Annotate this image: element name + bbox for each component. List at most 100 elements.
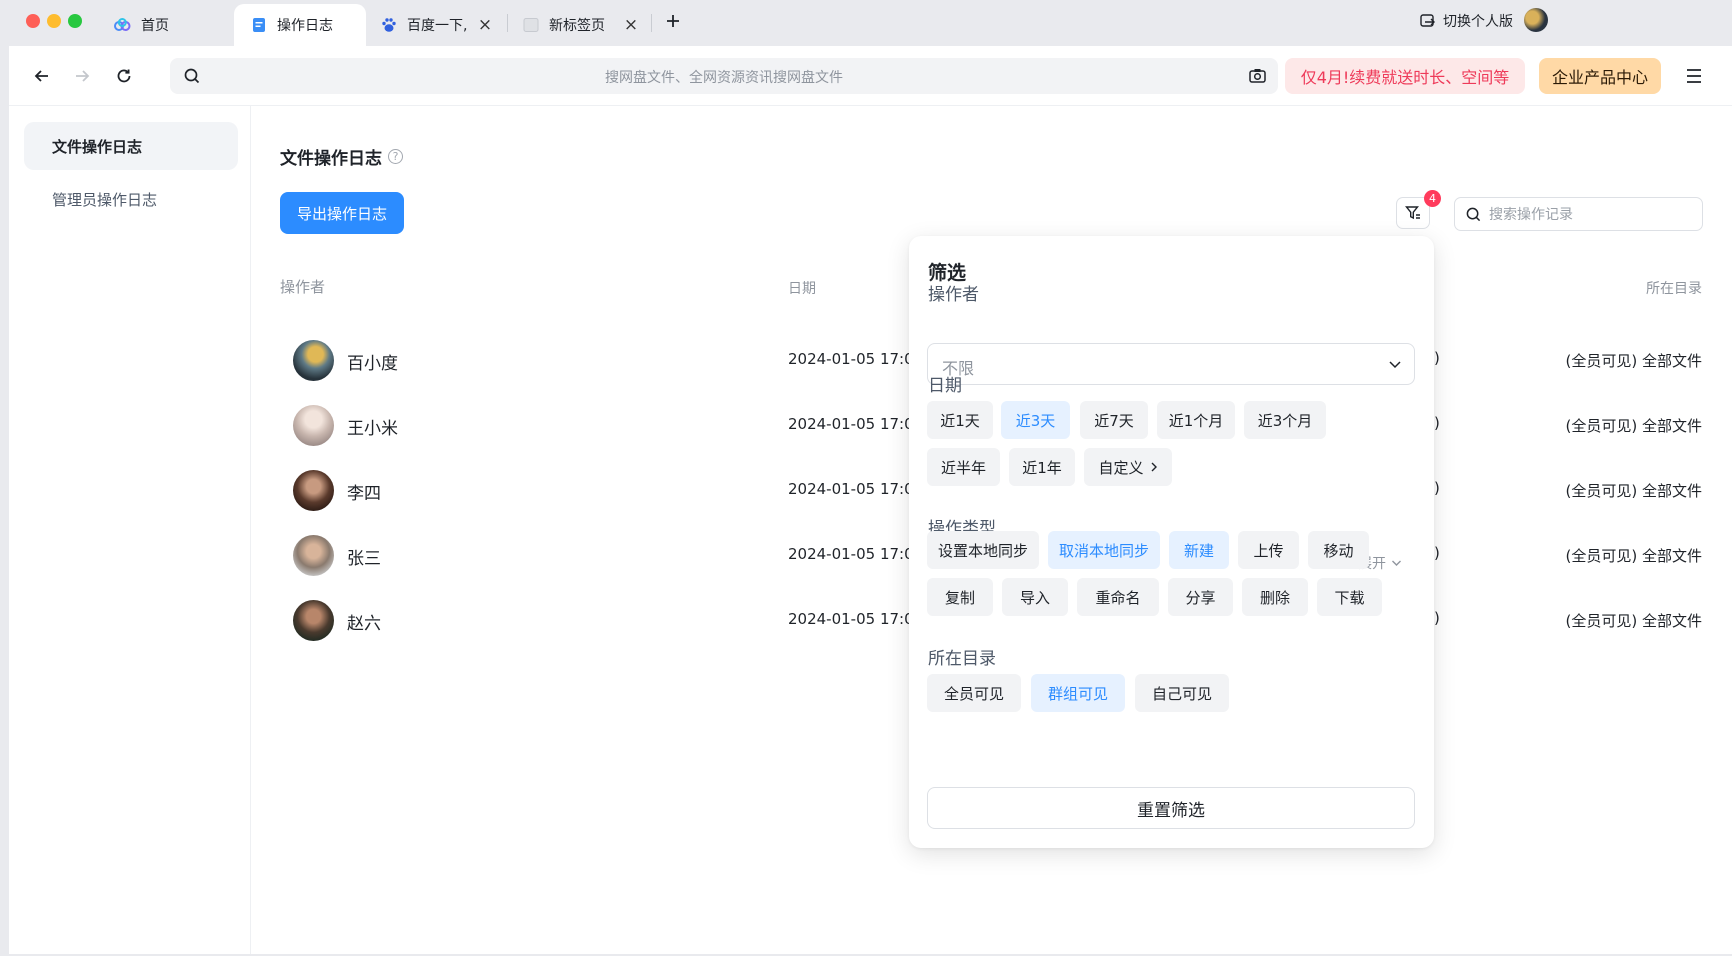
tab-divider xyxy=(507,14,508,32)
type-option-move[interactable]: 移动 xyxy=(1308,531,1369,569)
date-option-6m[interactable]: 近半年 xyxy=(927,448,1000,486)
back-button[interactable] xyxy=(29,63,55,89)
tab-home[interactable]: 首页 xyxy=(104,4,224,46)
date-option-7d[interactable]: 近7天 xyxy=(1080,401,1148,439)
dir-option-all[interactable]: 全员可见 xyxy=(927,674,1021,712)
chevron-right-icon xyxy=(1150,461,1158,473)
operator-name: 王小米 xyxy=(347,419,398,439)
address-placeholder: 搜网盘文件、全网资源资讯搜网盘文件 xyxy=(605,70,843,86)
operator-name: 李四 xyxy=(347,484,381,504)
tab-label: 首页 xyxy=(141,18,169,34)
directory-cell: (全员可见) 全部文件 xyxy=(1565,547,1702,565)
search-box xyxy=(1454,197,1703,231)
operator-name: 百小度 xyxy=(347,354,398,374)
blank-page-icon xyxy=(522,17,539,34)
browser-tab-bar: 首页 操作日志 百度一下, × 新标签页 × 切换个人版 xyxy=(0,0,1732,46)
tab-divider xyxy=(651,14,652,32)
filter-count-badge: 4 xyxy=(1424,190,1441,207)
directory-cell: (全员可见) 全部文件 xyxy=(1565,612,1702,630)
type-option-share[interactable]: 分享 xyxy=(1168,578,1233,616)
doc-icon xyxy=(250,17,267,34)
chevron-down-icon xyxy=(1391,559,1402,567)
log-date: 2024-01-05 17:06 xyxy=(788,545,924,563)
date-option-custom-label: 自定义 xyxy=(1098,458,1144,477)
tab-operation-log[interactable]: 操作日志 xyxy=(234,4,366,46)
log-date: 2024-01-05 17:06 xyxy=(788,350,924,368)
close-icon[interactable]: × xyxy=(622,15,640,35)
type-option-rename[interactable]: 重命名 xyxy=(1077,578,1159,616)
column-header-directory: 所在目录 xyxy=(1646,281,1702,297)
type-option-copy[interactable]: 复制 xyxy=(927,578,993,616)
reload-button[interactable] xyxy=(111,63,137,89)
date-section-label: 日期 xyxy=(928,376,962,396)
type-option-upload[interactable]: 上传 xyxy=(1238,531,1299,569)
directory-cell: (全员可见) 全部文件 xyxy=(1565,482,1702,500)
export-log-button[interactable]: 导出操作日志 xyxy=(280,192,404,234)
log-date: 2024-01-05 17:06 xyxy=(788,480,924,498)
page-title: 文件操作日志 ? xyxy=(280,144,403,169)
minimize-window-button[interactable] xyxy=(47,14,61,28)
type-option-cancel-sync[interactable]: 取消本地同步 xyxy=(1048,531,1160,569)
log-date: 2024-01-05 17:06 xyxy=(788,610,924,628)
date-option-1d[interactable]: 近1天 xyxy=(927,401,993,439)
sidebar: 文件操作日志 管理员操作日志 xyxy=(9,106,251,954)
user-avatar[interactable] xyxy=(1524,8,1548,32)
filter-panel: 筛选 操作者 不限 日期 近1天 近3天 近7天 近1个月 近3个月 近半年 近… xyxy=(909,236,1434,848)
close-window-button[interactable] xyxy=(26,14,40,28)
sidebar-item-label: 管理员操作日志 xyxy=(52,190,158,209)
promo-banner[interactable]: 仅4月!续费就送时长、空间等 xyxy=(1285,58,1525,94)
help-icon[interactable]: ? xyxy=(388,149,403,164)
type-option-delete[interactable]: 删除 xyxy=(1242,578,1308,616)
page-title-text: 文件操作日志 xyxy=(280,149,382,169)
camera-icon[interactable] xyxy=(1249,68,1266,83)
menu-button[interactable] xyxy=(1681,64,1707,88)
type-option-set-sync[interactable]: 设置本地同步 xyxy=(927,531,1039,569)
operation-tail: ) xyxy=(1434,479,1440,497)
reset-filter-button[interactable]: 重置筛选 xyxy=(927,787,1415,829)
tab-label: 操作日志 xyxy=(277,18,333,34)
avatar xyxy=(293,600,334,641)
operation-tail: ) xyxy=(1434,414,1440,432)
operator-name: 张三 xyxy=(347,549,381,569)
sidebar-item-admin-log[interactable]: 管理员操作日志 xyxy=(24,175,238,223)
operator-select[interactable]: 不限 xyxy=(927,343,1415,385)
new-tab-button[interactable] xyxy=(662,10,684,32)
date-option-3m[interactable]: 近3个月 xyxy=(1244,401,1326,439)
arrow-right-icon xyxy=(76,70,90,82)
directory-cell: (全员可见) 全部文件 xyxy=(1565,352,1702,370)
close-icon[interactable]: × xyxy=(476,15,494,35)
enterprise-center-button[interactable]: 企业产品中心 xyxy=(1539,58,1661,94)
operator-name: 赵六 xyxy=(347,614,381,634)
tab-label: 新标签页 xyxy=(549,18,605,34)
date-option-1m[interactable]: 近1个月 xyxy=(1157,401,1235,439)
column-header-operator: 操作者 xyxy=(280,278,326,296)
address-bar[interactable]: 搜网盘文件、全网资源资讯搜网盘文件 xyxy=(170,58,1278,94)
avatar xyxy=(293,535,334,576)
tab-new-tab[interactable]: 新标签页 × xyxy=(518,4,640,46)
tab-baidu[interactable]: 百度一下, × xyxy=(376,4,494,46)
baidu-netdisk-icon xyxy=(114,17,131,34)
sidebar-item-file-log[interactable]: 文件操作日志 xyxy=(24,122,238,170)
type-option-create[interactable]: 新建 xyxy=(1169,531,1229,569)
forward-button[interactable] xyxy=(69,63,95,89)
maximize-window-button[interactable] xyxy=(68,14,82,28)
dir-option-self[interactable]: 自己可见 xyxy=(1135,674,1229,712)
date-option-custom[interactable]: 自定义 xyxy=(1084,448,1172,486)
hamburger-icon xyxy=(1687,69,1701,83)
dir-option-group[interactable]: 群组可见 xyxy=(1031,674,1125,712)
search-input[interactable] xyxy=(1489,205,1689,225)
type-option-import[interactable]: 导入 xyxy=(1002,578,1068,616)
operation-tail: ) xyxy=(1434,544,1440,562)
date-option-1y[interactable]: 近1年 xyxy=(1009,448,1075,486)
date-option-3d[interactable]: 近3天 xyxy=(1001,401,1070,439)
switch-personal-button[interactable]: 切换个人版 xyxy=(1420,10,1513,32)
directory-cell: (全员可见) 全部文件 xyxy=(1565,417,1702,435)
column-header-date: 日期 xyxy=(788,281,816,297)
avatar xyxy=(293,340,334,381)
operator-section-label: 操作者 xyxy=(928,285,979,305)
switch-personal-label: 切换个人版 xyxy=(1443,14,1513,30)
baidu-paw-icon xyxy=(380,17,397,34)
search-icon xyxy=(1466,207,1481,222)
type-option-download[interactable]: 下载 xyxy=(1317,578,1382,616)
avatar xyxy=(293,470,334,511)
